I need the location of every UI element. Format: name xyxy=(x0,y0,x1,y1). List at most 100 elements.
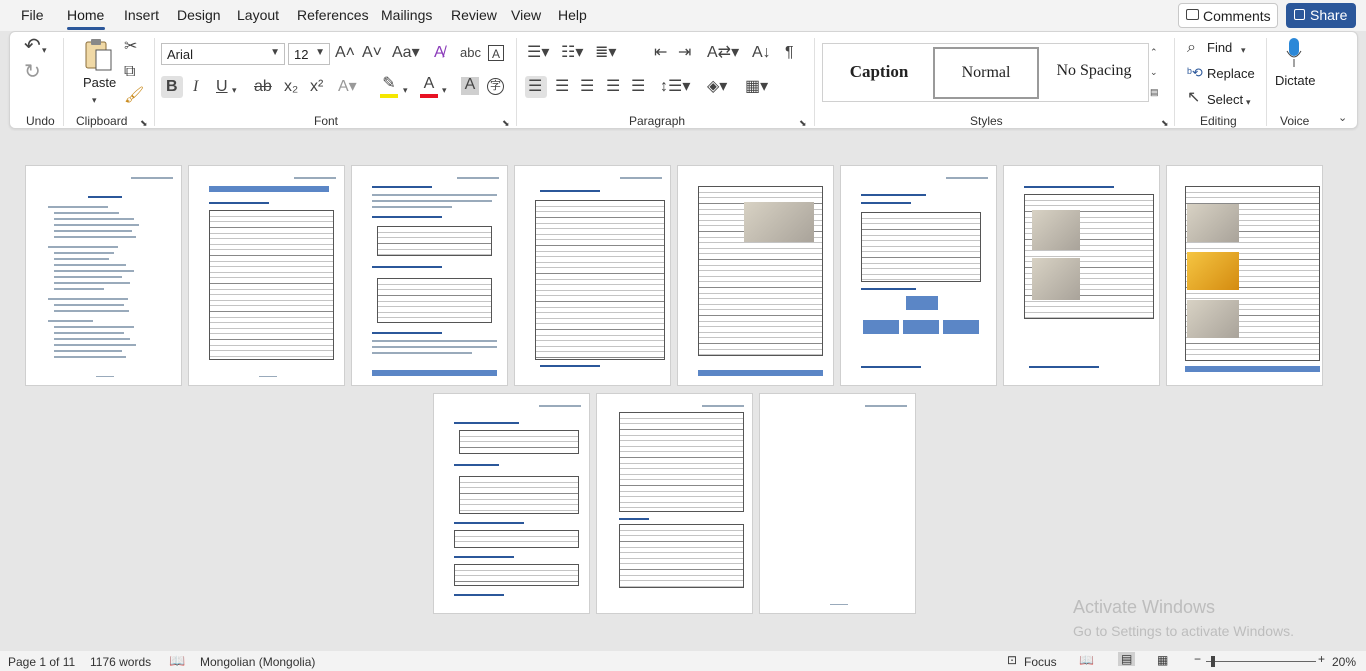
page-count[interactable]: Page 1 of 11 xyxy=(8,655,75,669)
proofing-icon[interactable]: 📖 xyxy=(169,653,185,669)
phonetic-guide-icon[interactable]: abc xyxy=(460,45,481,61)
line-spacing-icon[interactable]: ↕☰▾ xyxy=(660,79,690,95)
styles-launcher-icon[interactable]: ⬊ xyxy=(1161,115,1169,131)
tab-references[interactable]: References xyxy=(297,7,369,23)
align-center-icon[interactable]: ☰ xyxy=(555,79,569,95)
tab-design[interactable]: Design xyxy=(177,7,221,23)
justify-icon[interactable]: ☰ xyxy=(606,79,620,95)
superscript-icon[interactable]: x² xyxy=(310,79,323,95)
tab-view[interactable]: View xyxy=(511,7,541,23)
share-button[interactable]: Share xyxy=(1286,3,1356,28)
style-no-spacing[interactable]: No Spacing xyxy=(1041,47,1147,99)
find-label[interactable]: Find xyxy=(1207,40,1232,55)
style-caption[interactable]: Caption xyxy=(827,47,931,99)
page-thumbnail[interactable] xyxy=(433,393,590,614)
page-thumbnail[interactable] xyxy=(1166,165,1323,386)
align-left-button[interactable]: ☰ xyxy=(525,76,547,98)
replace-icon[interactable]: ᵇ⟲ xyxy=(1187,65,1203,81)
language[interactable]: Mongolian (Mongolia) xyxy=(200,655,315,669)
page-thumbnail[interactable] xyxy=(596,393,753,614)
paragraph-launcher-icon[interactable]: ⬊ xyxy=(799,115,807,131)
styles-more-icon[interactable]: ▤ xyxy=(1150,84,1159,100)
dictate-label[interactable]: Dictate xyxy=(1275,73,1315,88)
styles-scroll-down-icon[interactable]: ⌄ xyxy=(1150,64,1158,80)
decrease-indent-icon[interactable]: ⇤ xyxy=(654,45,667,61)
tab-review[interactable]: Review xyxy=(451,7,497,23)
grow-font-icon[interactable]: A˄ xyxy=(335,45,355,61)
page-thumbnail[interactable] xyxy=(840,165,997,386)
paste-label[interactable]: Paste xyxy=(83,75,116,90)
comments-button[interactable]: Comments xyxy=(1178,3,1278,28)
styles-scroll-up-icon[interactable]: ⌃ xyxy=(1150,44,1158,60)
tab-insert[interactable]: Insert xyxy=(124,7,159,23)
align-right-icon[interactable]: ☰ xyxy=(580,79,594,95)
underline-icon[interactable]: U xyxy=(216,79,228,95)
shrink-font-icon[interactable]: A˅ xyxy=(362,45,382,61)
distributed-icon[interactable]: ☰ xyxy=(631,79,645,95)
print-layout-icon[interactable]: ▤ xyxy=(1118,652,1136,666)
find-icon[interactable]: ⌕ xyxy=(1187,40,1196,56)
clear-formatting-icon[interactable]: A̸ xyxy=(434,45,445,61)
zoom-slider-thumb[interactable] xyxy=(1211,656,1215,667)
font-size-select[interactable]: 12 ▼ xyxy=(288,43,330,65)
select-icon[interactable]: ↖ xyxy=(1187,90,1200,106)
increase-indent-icon[interactable]: ⇥ xyxy=(678,45,691,61)
show-formatting-icon[interactable]: ¶ xyxy=(785,45,794,61)
focus-icon[interactable]: ⊡ xyxy=(1007,653,1017,667)
font-color-icon[interactable]: A xyxy=(420,76,438,98)
undo-dropdown-icon[interactable]: ▾ xyxy=(42,42,47,58)
numbering-icon[interactable]: ☷▾ xyxy=(561,45,583,61)
paste-icon[interactable] xyxy=(84,38,114,72)
shading-icon[interactable]: ◈▾ xyxy=(707,79,727,95)
font-name-select[interactable]: Arial ▼ xyxy=(161,43,285,65)
copy-icon[interactable]: ⧉ xyxy=(124,64,135,80)
replace-label[interactable]: Replace xyxy=(1207,66,1255,81)
zoom-level[interactable]: 20% xyxy=(1332,655,1356,669)
word-count[interactable]: 1176 words xyxy=(90,655,151,669)
change-case-icon[interactable]: Aa▾ xyxy=(392,45,420,61)
page-thumbnail[interactable] xyxy=(25,165,182,386)
enclose-characters-icon[interactable]: A xyxy=(488,45,504,61)
text-effects-icon[interactable]: A▾ xyxy=(338,79,357,95)
page-thumbnail[interactable] xyxy=(351,165,508,386)
collapse-ribbon-icon[interactable]: ⌄ xyxy=(1338,110,1347,126)
borders-icon[interactable]: ▦▾ xyxy=(745,79,768,95)
multilevel-list-icon[interactable]: ≣▾ xyxy=(595,45,616,61)
tab-file[interactable]: File xyxy=(21,7,44,23)
redo-icon[interactable]: ↻ xyxy=(24,62,41,82)
page-thumbnail[interactable] xyxy=(1003,165,1160,386)
tab-mailings[interactable]: Mailings xyxy=(381,7,432,23)
bold-button[interactable]: B xyxy=(161,76,183,98)
style-normal[interactable]: Normal xyxy=(933,47,1039,99)
tab-help[interactable]: Help xyxy=(558,7,587,23)
paste-dropdown-icon[interactable]: ▾ xyxy=(92,92,97,108)
undo-icon[interactable]: ↶ xyxy=(24,36,41,56)
character-shading-icon[interactable]: A xyxy=(461,77,479,95)
format-painter-icon[interactable]: 🖌 xyxy=(124,88,144,104)
cut-icon[interactable]: ✂ xyxy=(124,39,137,55)
sort-icon[interactable]: A↓ xyxy=(752,45,771,61)
zoom-out-icon[interactable]: − xyxy=(1194,652,1201,666)
microphone-icon[interactable] xyxy=(1286,37,1302,67)
document-canvas[interactable] xyxy=(0,131,1366,651)
page-thumbnail[interactable] xyxy=(677,165,834,386)
highlight-icon[interactable]: ✎ xyxy=(380,76,398,98)
text-direction-icon[interactable]: A⇄▾ xyxy=(707,45,739,61)
zoom-slider-track[interactable] xyxy=(1206,661,1316,662)
page-thumbnail[interactable] xyxy=(188,165,345,386)
underline-dropdown-icon[interactable]: ▾ xyxy=(232,82,237,98)
select-dropdown-icon[interactable]: ▾ xyxy=(1246,94,1251,110)
font-launcher-icon[interactable]: ⬊ xyxy=(502,115,510,131)
tab-home[interactable]: Home xyxy=(67,7,104,23)
clipboard-launcher-icon[interactable]: ⬊ xyxy=(140,115,148,131)
web-layout-icon[interactable]: ▦ xyxy=(1157,653,1168,667)
zoom-in-icon[interactable]: + xyxy=(1318,652,1325,666)
italic-icon[interactable]: I xyxy=(193,79,198,95)
bullets-icon[interactable]: ☰▾ xyxy=(527,45,549,61)
focus-label[interactable]: Focus xyxy=(1024,655,1057,669)
highlight-dropdown-icon[interactable]: ▾ xyxy=(403,82,408,98)
find-dropdown-icon[interactable]: ▾ xyxy=(1241,42,1246,58)
font-color-dropdown-icon[interactable]: ▾ xyxy=(442,82,447,98)
page-thumbnail[interactable] xyxy=(514,165,671,386)
page-thumbnail[interactable] xyxy=(759,393,916,614)
